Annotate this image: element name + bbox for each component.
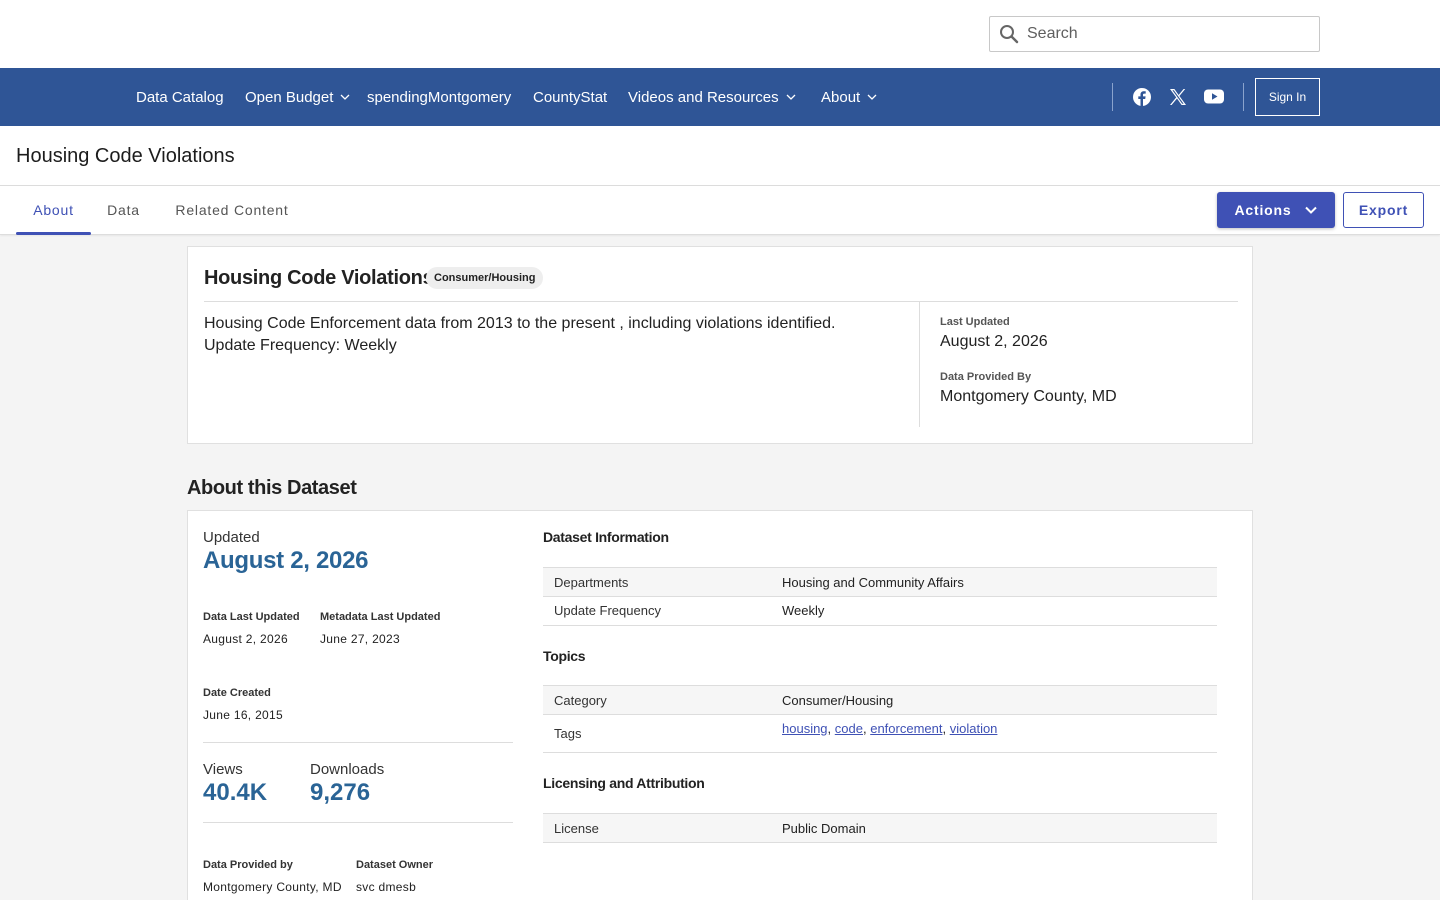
tag-link[interactable]: housing xyxy=(782,721,828,736)
row-key: Update Frequency xyxy=(554,603,661,618)
tags-list: housing, code, enforcement, violation xyxy=(782,721,998,736)
dataset-description: Housing Code Enforcement data from 2013 … xyxy=(204,313,894,357)
tab-data[interactable]: Data xyxy=(95,186,152,234)
downloads-label: Downloads xyxy=(310,761,385,778)
divider xyxy=(919,302,920,427)
x-twitter-icon[interactable] xyxy=(1169,88,1187,106)
nav-item-countystat[interactable]: CountyStat xyxy=(533,68,607,126)
main-nav: Data Catalog Open Budget spendingMontgom… xyxy=(0,68,1440,126)
table-row: Departments Housing and Community Affair… xyxy=(543,567,1217,597)
top-header xyxy=(0,0,1440,68)
last-updated-label: Last Updated xyxy=(940,316,1010,328)
row-value: Public Domain xyxy=(782,821,866,836)
search-input[interactable] xyxy=(1027,25,1297,43)
tag-link[interactable]: code xyxy=(835,721,863,736)
nav-item-label: Videos and Resources xyxy=(628,88,779,106)
search-box[interactable] xyxy=(989,16,1320,52)
nav-item-label: About xyxy=(821,88,861,106)
tab-bar: About Data Related Content Actions Expor… xyxy=(0,186,1440,235)
updated-label: Updated xyxy=(203,529,260,546)
row-value: Housing and Community Affairs xyxy=(782,575,964,590)
dataset-owner-value: svc dmesb xyxy=(356,880,417,894)
metadata-last-updated-value: June 27, 2023 xyxy=(320,632,400,646)
nav-item-label: spendingMontgomery xyxy=(367,88,512,106)
nav-divider xyxy=(1112,83,1113,111)
row-key: Departments xyxy=(554,575,629,590)
page-title: Housing Code Violations xyxy=(16,145,235,167)
dataset-summary-card: Housing Code Violations Consumer/Housing… xyxy=(187,246,1253,444)
chevron-down-icon xyxy=(867,94,877,100)
nav-item-open-budget[interactable]: Open Budget xyxy=(245,68,350,126)
description-line: Housing Code Enforcement data from 2013 … xyxy=(204,315,836,332)
date-created-label: Date Created xyxy=(203,687,271,699)
chevron-down-icon xyxy=(786,94,796,100)
table-row: Update Frequency Weekly xyxy=(543,597,1217,626)
date-created-value: June 16, 2015 xyxy=(203,708,283,722)
topics-heading: Topics xyxy=(543,648,586,664)
youtube-icon[interactable] xyxy=(1204,89,1224,104)
chevron-down-icon xyxy=(340,94,350,100)
actions-label: Actions xyxy=(1234,202,1292,218)
views-value: 40.4K xyxy=(203,779,268,806)
divider xyxy=(204,301,1238,302)
about-dataset-card: Updated August 2, 2026 Data Last Updated… xyxy=(187,510,1253,900)
provided-by-value: Montgomery County, MD xyxy=(940,388,1117,405)
description-line: Update Frequency: Weekly xyxy=(204,337,397,354)
row-value: Consumer/Housing xyxy=(782,693,894,708)
provided-by-label: Data Provided By xyxy=(940,371,1032,383)
licensing-heading: Licensing and Attribution xyxy=(543,775,705,791)
nav-item-videos-resources[interactable]: Videos and Resources xyxy=(628,68,796,126)
tab-label: Related Content xyxy=(175,202,289,218)
table-row: Tags housing, code, enforcement, violati… xyxy=(543,715,1217,753)
sign-in-button[interactable]: Sign In xyxy=(1255,78,1320,116)
nav-item-label: Data Catalog xyxy=(136,88,224,106)
data-last-updated-value: August 2, 2026 xyxy=(203,632,288,646)
nav-item-spending-montgomery[interactable]: spendingMontgomery xyxy=(367,68,511,126)
table-row: License Public Domain xyxy=(543,813,1217,843)
views-label: Views xyxy=(203,761,243,778)
downloads-value: 9,276 xyxy=(310,779,371,806)
provided-by-value: Montgomery County, MD xyxy=(203,880,342,894)
divider xyxy=(203,742,513,743)
actions-button[interactable]: Actions xyxy=(1217,192,1335,228)
dataset-title: Housing Code Violations xyxy=(204,267,434,289)
tab-related-content[interactable]: Related Content xyxy=(160,186,304,234)
table-row: Category Consumer/Housing xyxy=(543,685,1217,715)
tab-label: About xyxy=(33,202,74,218)
dataset-owner-label: Dataset Owner xyxy=(356,859,434,871)
row-key: Category xyxy=(554,693,607,708)
export-button[interactable]: Export xyxy=(1343,192,1424,228)
nav-item-data-catalog[interactable]: Data Catalog xyxy=(136,68,224,126)
tag-link[interactable]: enforcement xyxy=(870,721,942,736)
dataset-information-heading: Dataset Information xyxy=(543,529,669,545)
updated-value: August 2, 2026 xyxy=(203,547,369,574)
category-badge: Consumer/Housing xyxy=(426,267,544,289)
divider xyxy=(203,822,513,823)
last-updated-value: August 2, 2026 xyxy=(940,333,1048,350)
nav-item-label: Open Budget xyxy=(245,88,334,106)
tab-label: Data xyxy=(107,202,140,218)
nav-item-about[interactable]: About xyxy=(821,68,877,126)
section-title: About this Dataset xyxy=(187,477,357,499)
facebook-icon[interactable] xyxy=(1133,88,1151,106)
tag-link[interactable]: violation xyxy=(950,721,998,736)
tab-about[interactable]: About xyxy=(16,186,91,235)
provided-by-label: Data Provided by xyxy=(203,859,293,871)
chevron-down-icon xyxy=(1305,206,1318,214)
metadata-last-updated-label: Metadata Last Updated xyxy=(320,611,441,623)
search-icon xyxy=(1000,25,1019,44)
row-key: Tags xyxy=(554,726,582,741)
nav-divider xyxy=(1243,83,1244,111)
data-last-updated-label: Data Last Updated xyxy=(203,611,300,623)
row-key: License xyxy=(554,821,599,836)
nav-item-label: CountyStat xyxy=(533,88,608,106)
active-tab-indicator xyxy=(16,232,91,235)
page-header: Housing Code Violations xyxy=(0,126,1440,186)
row-value: Weekly xyxy=(782,603,825,618)
